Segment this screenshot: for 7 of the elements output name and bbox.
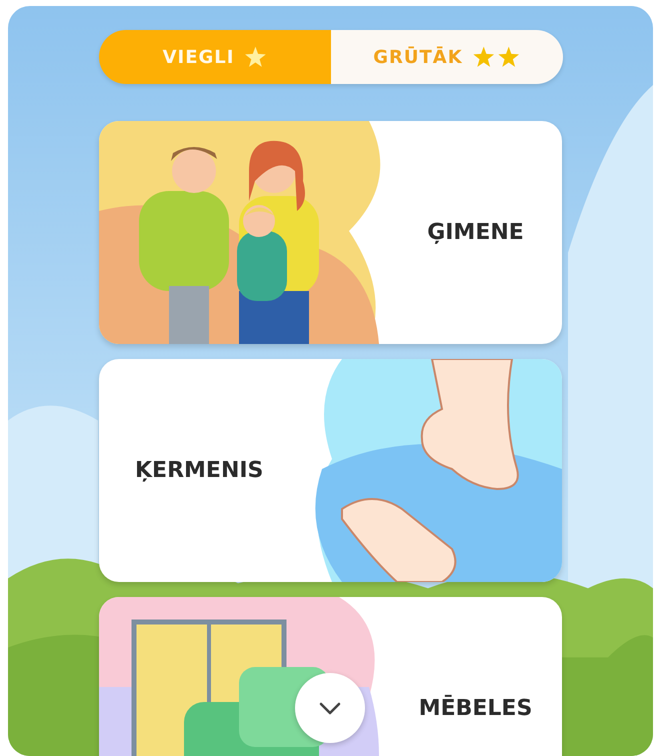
topic-title: ĶERMENIS	[134, 457, 264, 485]
topic-card[interactable]: ĢIMENE	[99, 121, 562, 344]
chevron-down-icon	[319, 702, 341, 714]
topic-card[interactable]: ĶERMENIS	[99, 359, 562, 582]
topic-card[interactable]: MĒBELES	[99, 597, 562, 756]
topic-title: MĒBELES	[418, 694, 534, 723]
topic-title: ĢIMENE	[426, 219, 525, 247]
